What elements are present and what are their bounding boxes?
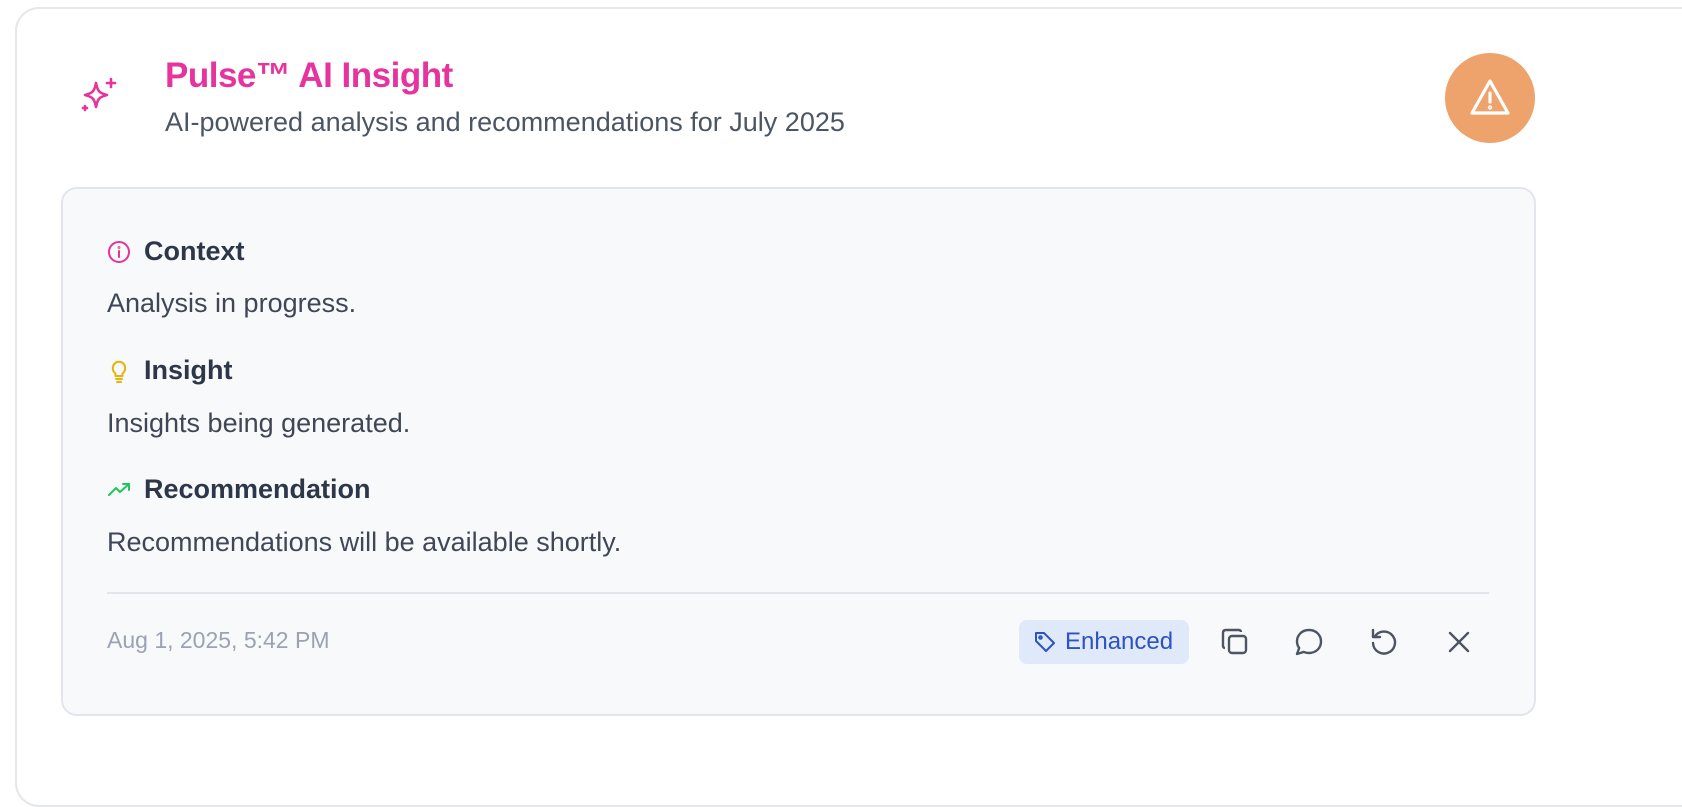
section-context-text: Analysis in progress. [107,288,357,318]
timestamp: Aug 1, 2025, 5:42 PM [107,627,330,653]
page-subtitle: AI-powered analysis and recommendations … [165,107,845,137]
copy-button[interactable] [1213,620,1257,664]
info-circle-icon [107,240,131,264]
lightbulb-icon [107,359,131,383]
refresh-icon [1368,626,1400,658]
sparkles-icon [78,75,122,119]
copy-icon [1219,626,1251,658]
alert-button[interactable] [1445,53,1535,143]
footer-divider [107,592,1489,594]
section-insight-header: Insight [107,355,233,386]
section-context-header: Context [107,236,245,267]
enhanced-badge[interactable]: Enhanced [1019,620,1190,664]
section-context-label: Context [144,236,245,266]
section-insight-text: Insights being generated. [107,408,411,438]
close-button[interactable] [1437,620,1481,664]
comment-button[interactable] [1287,620,1331,664]
section-recommendation-header: Recommendation [107,474,371,505]
section-insight-label: Insight [144,355,233,385]
trending-up-icon [107,478,131,502]
section-recommendation-label: Recommendation [144,474,371,504]
comment-icon [1293,626,1325,658]
badge-label: Enhanced [1065,628,1174,655]
alert-triangle-icon [1468,76,1512,120]
section-recommendation-text: Recommendations will be available shortl… [107,527,622,557]
close-icon [1445,628,1473,656]
tag-icon [1033,630,1057,654]
refresh-button[interactable] [1362,620,1406,664]
page-title: Pulse™ AI Insight [165,56,453,95]
